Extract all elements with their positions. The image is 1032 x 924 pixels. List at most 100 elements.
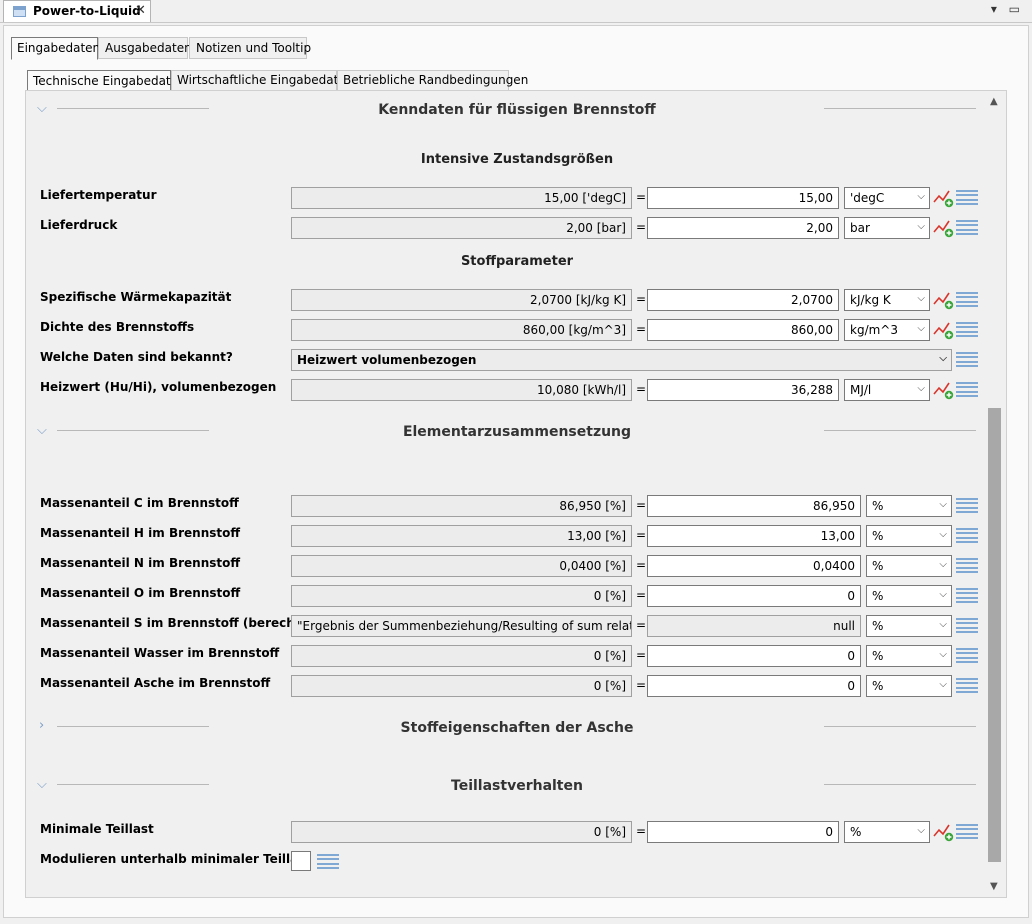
unit-value: bar [850,221,870,235]
unit-select[interactable]: 'degC ⌵ [844,187,930,209]
equals-sign: = [636,528,647,542]
value-input[interactable]: 86,950 [647,495,861,517]
list-menu-icon[interactable] [317,854,339,869]
modulate-checkbox[interactable] [291,851,311,871]
value-input[interactable]: 2,00 [647,217,839,239]
tab-ausgabedaten[interactable]: Ausgabedaten [98,37,192,59]
list-menu-icon[interactable] [956,588,978,603]
param-label: Massenanteil N im Brennstoff [40,556,241,570]
list-menu-icon[interactable] [956,528,978,543]
equals-sign: = [636,588,647,602]
scrollbar-thumb[interactable] [988,408,1001,862]
trend-add-icon[interactable] [933,822,955,842]
window-icon [13,6,26,17]
value-input[interactable]: 0 [647,821,839,843]
unit-value: % [872,589,884,603]
chevron-down-icon: ⌵ [917,191,925,202]
equals-sign: = [636,382,647,396]
value-input[interactable]: 2,0700 [647,289,839,311]
list-menu-icon[interactable] [956,824,978,839]
chevron-down-icon: ⌵ [939,353,947,364]
chevron-down-icon: ⌵ [939,679,947,690]
chevron-down-icon[interactable]: ⌵ [37,101,47,116]
unit-select[interactable]: % ⌵ [866,555,952,577]
list-menu-icon[interactable] [956,322,978,337]
data-known-select[interactable]: Heizwert volumenbezogen ⌵ [291,349,952,371]
param-label: Minimale Teillast [40,822,154,836]
list-menu-icon[interactable] [956,618,978,633]
unit-select[interactable]: MJ/l ⌵ [844,379,930,401]
param-label: Massenanteil Asche im Brennstoff [40,676,271,690]
unit-value: % [872,679,884,693]
trend-add-icon[interactable] [933,320,955,340]
chevron-down-icon[interactable]: ⌵ [37,777,47,792]
list-menu-icon[interactable] [956,648,978,663]
unit-select[interactable]: % ⌵ [866,525,952,547]
unit-value: % [872,499,884,513]
trend-add-icon[interactable] [933,380,955,400]
view-menu-icon[interactable]: ▾ ▭ [991,2,1024,16]
list-menu-icon[interactable] [956,498,978,513]
value-input[interactable]: 0 [647,585,861,607]
display-field: 0 [%] [291,821,632,843]
unit-select[interactable]: % ⌵ [866,585,952,607]
display-field: 0 [%] [291,675,632,697]
unit-select[interactable]: % ⌵ [866,675,952,697]
unit-select[interactable]: % ⌵ [844,821,930,843]
unit-value: kJ/kg K [850,293,891,307]
list-menu-icon[interactable] [956,558,978,573]
chevron-down-icon: ⌵ [939,619,947,630]
equals-sign: = [636,678,647,692]
value-input[interactable]: 860,00 [647,319,839,341]
section-title: Teillastverhalten [451,778,583,794]
chevron-right-icon[interactable]: › [39,718,44,733]
trend-add-icon[interactable] [933,218,955,238]
window-tab[interactable]: Power-to-Liquid ✕ [3,0,151,22]
unit-select[interactable]: % ⌵ [866,645,952,667]
list-menu-icon[interactable] [956,190,978,205]
value-input[interactable]: 36,288 [647,379,839,401]
unit-select[interactable]: kg/m^3 ⌵ [844,319,930,341]
unit-select[interactable]: % ⌵ [866,495,952,517]
divider [824,430,976,431]
subsection-title: Stoffparameter [460,254,574,269]
trend-add-icon[interactable] [933,188,955,208]
unit-value: % [872,559,884,573]
section-title: Kenndaten für flüssigen Brennstoff [378,102,656,118]
param-label: Modulieren unterhalb minimaler Teillast [40,852,312,866]
display-field: 860,00 [kg/m^3] [291,319,632,341]
scroll-down-icon[interactable]: ▼ [990,881,998,892]
unit-select[interactable]: kJ/kg K ⌵ [844,289,930,311]
value-input[interactable]: 15,00 [647,187,839,209]
tab-eingabedaten[interactable]: Eingabedaten [11,37,100,60]
unit-select[interactable]: % ⌵ [866,615,952,637]
value-input[interactable]: 0,0400 [647,555,861,577]
value-input[interactable]: 0 [647,645,861,667]
trend-add-icon[interactable] [933,290,955,310]
tab-notizen[interactable]: Notizen und Tooltip [189,37,311,59]
display-field: 0,0400 [%] [291,555,632,577]
chevron-down-icon: ⌵ [917,383,925,394]
equals-sign: = [636,558,647,572]
display-field: 2,00 [bar] [291,217,632,239]
divider [824,784,976,785]
value-input[interactable]: 13,00 [647,525,861,547]
close-icon[interactable]: ✕ [135,3,146,18]
unit-value: % [872,529,884,543]
tab-technische-eingabedaten[interactable]: Technische Eingabedaten [27,70,186,92]
value-input[interactable]: 0 [647,675,861,697]
list-menu-icon[interactable] [956,678,978,693]
list-menu-icon[interactable] [956,220,978,235]
vertical-scrollbar[interactable]: ▲ ▼ [986,92,1003,896]
subsection-title: Intensive Zustandsgrößen [420,152,614,167]
chevron-down-icon[interactable]: ⌵ [37,423,47,438]
scroll-up-icon[interactable]: ▲ [990,96,998,107]
unit-select[interactable]: bar ⌵ [844,217,930,239]
list-menu-icon[interactable] [956,382,978,397]
divider [57,108,209,109]
tab-wirtschaftliche-eingabedaten[interactable]: Wirtschaftliche Eingabedaten [171,70,353,91]
list-menu-icon[interactable] [956,292,978,307]
list-menu-icon[interactable] [956,352,978,367]
tab-betriebliche-randbedingungen[interactable]: Betriebliche Randbedingungen [337,70,528,91]
display-field: 15,00 ['degC] [291,187,632,209]
